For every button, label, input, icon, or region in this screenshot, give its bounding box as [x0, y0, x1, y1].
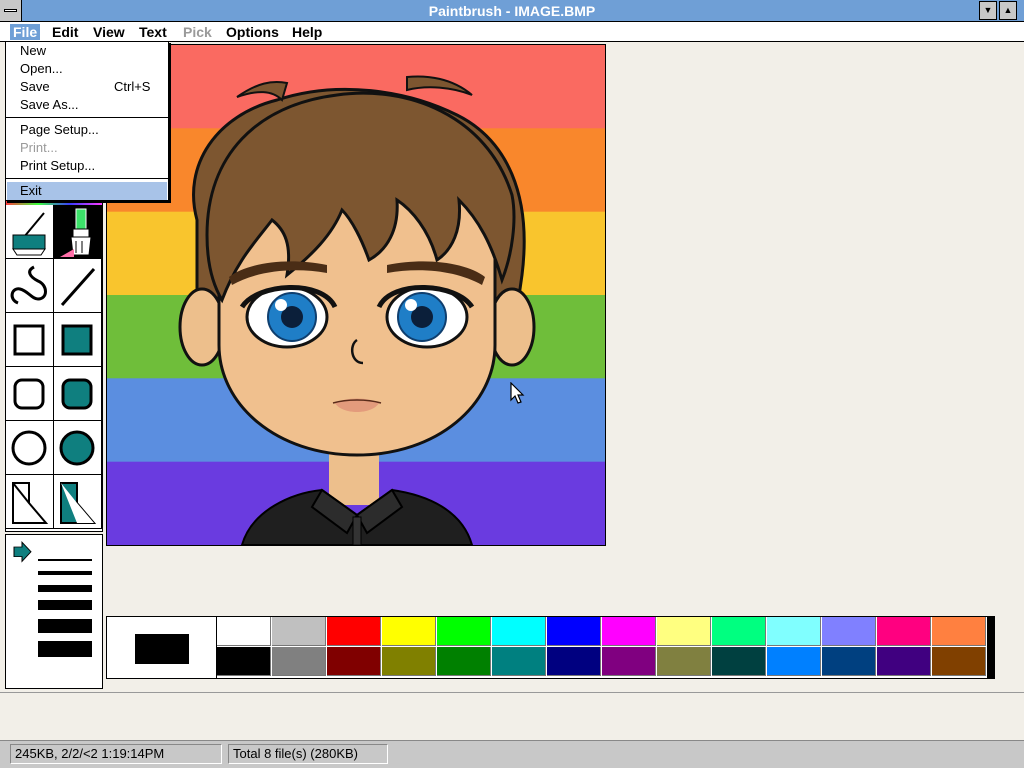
line-width-3[interactable]	[38, 585, 92, 592]
filled-circle-tool[interactable]	[54, 421, 102, 475]
brush-icon	[60, 208, 92, 257]
filled-circle-icon	[59, 430, 95, 466]
shirt-placket	[352, 516, 362, 545]
canvas-image	[107, 45, 605, 545]
drawing-canvas[interactable]	[106, 44, 606, 546]
polygon-icon	[12, 482, 49, 524]
menu-text[interactable]: Text	[139, 24, 167, 40]
color-swatch[interactable]	[767, 647, 821, 676]
line-width-1[interactable]	[38, 559, 92, 561]
curve-icon	[10, 265, 47, 305]
line-tool[interactable]	[54, 259, 102, 313]
line-width-6[interactable]	[38, 641, 92, 657]
color-swatch[interactable]	[877, 647, 931, 676]
polygon-tool[interactable]	[6, 475, 54, 529]
color-swatch[interactable]	[382, 617, 436, 646]
color-swatch[interactable]	[327, 617, 381, 646]
color-swatch[interactable]	[602, 647, 656, 676]
color-swatch[interactable]	[932, 617, 986, 646]
menu-file[interactable]: File	[10, 24, 41, 40]
color-swatch[interactable]	[382, 647, 436, 676]
color-swatch[interactable]	[437, 617, 491, 646]
line-width-2[interactable]	[38, 571, 92, 575]
rounded-box-icon	[13, 378, 45, 410]
status-right: Total 8 file(s) (280KB)	[228, 744, 388, 764]
status-bar: 245KB, 2/2/<2 1:19:14PM Total 8 file(s) …	[0, 740, 1024, 768]
file-menu-open[interactable]: Open...	[20, 61, 63, 76]
menu-help[interactable]: Help	[292, 24, 322, 40]
filled-polygon-tool[interactable]	[54, 475, 102, 529]
filled-rounded-box-icon	[61, 378, 93, 410]
status-left: 245KB, 2/2/<2 1:19:14PM	[10, 744, 222, 764]
color-swatch[interactable]	[712, 647, 766, 676]
color-swatch[interactable]	[712, 617, 766, 646]
color-swatch[interactable]	[547, 647, 601, 676]
menu-pick[interactable]: Pick	[183, 24, 212, 40]
line-width-4[interactable]	[38, 600, 92, 610]
color-swatch[interactable]	[767, 617, 821, 646]
curve-tool[interactable]	[6, 259, 54, 313]
menu-bar: File Edit View Text Pick Options Help	[0, 22, 1024, 42]
menu-options[interactable]: Options	[226, 24, 279, 40]
color-swatch[interactable]	[602, 617, 656, 646]
menu-separator	[6, 178, 168, 179]
brush-tool[interactable]	[54, 205, 102, 259]
color-swatch[interactable]	[932, 647, 986, 676]
filled-rounded-box-tool[interactable]	[54, 367, 102, 421]
toolbox	[5, 200, 103, 532]
filled-box-icon	[61, 324, 93, 356]
menu-view[interactable]: View	[93, 24, 125, 40]
line-width-box	[5, 534, 103, 689]
line-width-selector	[13, 541, 92, 657]
color-swatch[interactable]	[327, 647, 381, 676]
color-swatch[interactable]	[217, 647, 271, 676]
file-menu-save-shortcut: Ctrl+S	[114, 79, 151, 94]
file-menu-save[interactable]: Save	[20, 79, 50, 94]
file-menu-print[interactable]: Print...	[20, 140, 58, 155]
menu-edit[interactable]: Edit	[52, 24, 78, 40]
menu-separator	[6, 117, 168, 118]
color-eraser-tool[interactable]	[6, 205, 54, 259]
file-menu-new[interactable]: New	[20, 43, 46, 58]
minimize-button[interactable]: ▼	[979, 1, 997, 20]
box-icon	[13, 324, 45, 356]
color-swatch[interactable]	[822, 617, 876, 646]
color-palette	[106, 616, 995, 679]
rounded-box-tool[interactable]	[6, 367, 54, 421]
color-swatch[interactable]	[657, 647, 711, 676]
color-eraser-icon	[12, 212, 46, 256]
filled-box-tool[interactable]	[54, 313, 102, 367]
color-swatch[interactable]	[272, 647, 326, 676]
line-icon	[60, 268, 96, 306]
palette-edge	[987, 617, 994, 678]
color-swatch[interactable]	[822, 647, 876, 676]
current-colors[interactable]	[107, 617, 217, 678]
box-tool[interactable]	[6, 313, 54, 367]
window-title: Paintbrush - IMAGE.BMP	[428, 3, 596, 19]
file-menu-exit[interactable]: Exit	[20, 183, 42, 198]
maximize-button[interactable]: ▲	[999, 1, 1017, 20]
color-swatch[interactable]	[492, 617, 546, 646]
file-menu-page-setup[interactable]: Page Setup...	[20, 122, 99, 137]
file-menu-dropdown: New Open... Save Ctrl+S Save As... Page …	[5, 41, 169, 201]
color-swatch[interactable]	[657, 617, 711, 646]
file-menu-print-setup[interactable]: Print Setup...	[20, 158, 95, 173]
foreground-color	[135, 634, 189, 664]
selected-width-arrow-icon	[13, 541, 32, 563]
circle-icon	[11, 430, 47, 466]
filled-polygon-icon	[60, 482, 97, 524]
color-swatch[interactable]	[272, 617, 326, 646]
right-ear	[488, 287, 536, 367]
circle-tool[interactable]	[6, 421, 54, 475]
color-swatch[interactable]	[217, 617, 271, 646]
file-menu-save-as[interactable]: Save As...	[20, 97, 79, 112]
left-ear	[178, 287, 226, 367]
mouse-cursor-icon	[510, 382, 525, 404]
title-bar[interactable]: Paintbrush - IMAGE.BMP ▼ ▲	[0, 0, 1024, 22]
line-width-5[interactable]	[38, 619, 92, 633]
color-swatch[interactable]	[437, 647, 491, 676]
color-swatch[interactable]	[877, 617, 931, 646]
color-swatch[interactable]	[492, 647, 546, 676]
color-swatch[interactable]	[547, 617, 601, 646]
